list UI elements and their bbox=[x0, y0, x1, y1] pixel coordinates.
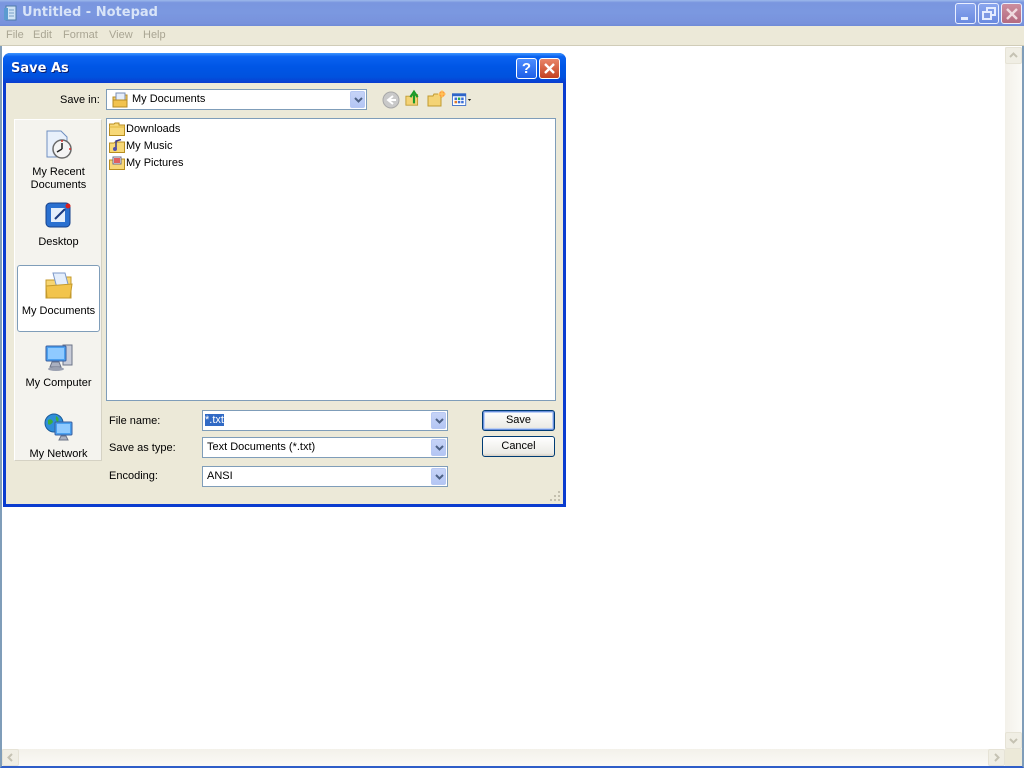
pictures-folder-icon bbox=[109, 156, 125, 170]
help-icon: ? bbox=[521, 60, 532, 77]
back-icon[interactable] bbox=[381, 91, 401, 109]
file-name-label: File name: bbox=[109, 415, 161, 427]
restore-button[interactable] bbox=[978, 3, 999, 24]
recent-documents-icon bbox=[46, 130, 72, 159]
cancel-button[interactable]: Cancel bbox=[482, 436, 555, 457]
file-name-input[interactable]: *.txt bbox=[202, 410, 448, 431]
file-name-selected-text: *.txt bbox=[205, 414, 224, 426]
encoding-label: Encoding: bbox=[109, 470, 158, 482]
chevron-down-icon bbox=[435, 418, 444, 424]
save-as-dialog: Save As ? Save in: My Documents My Recen… bbox=[3, 53, 566, 507]
chevron-down-icon bbox=[435, 445, 444, 451]
file-list[interactable]: Downloads My Music My Pictures bbox=[106, 118, 556, 401]
new-folder-icon[interactable] bbox=[427, 90, 447, 108]
chevron-right-icon bbox=[994, 753, 1000, 762]
place-my-computer[interactable]: My Computer bbox=[17, 336, 100, 396]
place-label: Desktop bbox=[38, 236, 79, 248]
places-bar: My Recent Documents Desktop My Documents bbox=[14, 119, 102, 461]
desktop-icon bbox=[45, 202, 71, 228]
file-name: My Pictures bbox=[126, 157, 184, 169]
place-label: My Computer bbox=[25, 377, 92, 389]
save-as-type-dropdown-button[interactable] bbox=[431, 439, 446, 456]
place-my-recent-documents[interactable]: My Recent Documents bbox=[17, 124, 100, 191]
encoding-value: ANSI bbox=[207, 470, 233, 482]
encoding-dropdown-button[interactable] bbox=[431, 468, 446, 485]
close-button[interactable] bbox=[1001, 3, 1022, 24]
my-network-icon bbox=[44, 413, 73, 441]
folder-icon bbox=[109, 122, 125, 136]
save-button[interactable]: Save bbox=[482, 410, 555, 431]
place-label: My Network bbox=[29, 448, 88, 460]
vertical-scrollbar[interactable] bbox=[1005, 47, 1022, 749]
place-label: My Recent bbox=[32, 166, 85, 178]
file-name-dropdown-button[interactable] bbox=[431, 412, 446, 429]
place-my-network[interactable]: My Network bbox=[17, 407, 100, 460]
encoding-dropdown[interactable]: ANSI bbox=[202, 466, 448, 487]
notepad-title-bar[interactable]: Untitled - Notepad bbox=[0, 0, 1024, 26]
views-menu-icon[interactable] bbox=[452, 91, 472, 109]
save-as-type-value: Text Documents (*.txt) bbox=[207, 441, 316, 453]
dialog-close-button[interactable] bbox=[539, 58, 560, 79]
place-label: My Documents bbox=[21, 305, 96, 317]
place-label: Documents bbox=[30, 179, 87, 191]
file-name: My Music bbox=[126, 140, 173, 152]
restore-icon bbox=[982, 7, 996, 20]
menu-format[interactable]: Format bbox=[63, 29, 98, 41]
my-documents-icon bbox=[112, 92, 128, 108]
close-icon bbox=[1006, 8, 1018, 20]
chevron-down-icon bbox=[354, 97, 363, 103]
close-icon bbox=[544, 63, 555, 74]
my-computer-icon bbox=[45, 344, 73, 371]
menu-file[interactable]: File bbox=[6, 29, 24, 41]
save-as-type-dropdown[interactable]: Text Documents (*.txt) bbox=[202, 437, 448, 458]
file-name-value: *.txt bbox=[205, 414, 224, 426]
save-in-value: My Documents bbox=[132, 93, 206, 105]
save-as-type-label: Save as type: bbox=[109, 442, 176, 454]
chevron-up-icon bbox=[1009, 52, 1018, 58]
scroll-down-button[interactable] bbox=[1005, 732, 1022, 749]
notepad-title: Untitled - Notepad bbox=[22, 5, 158, 20]
resize-grip-icon[interactable] bbox=[549, 490, 561, 502]
chevron-down-icon bbox=[1009, 738, 1018, 744]
chevron-left-icon bbox=[7, 753, 13, 762]
dialog-body: Save in: My Documents My Recent Document… bbox=[6, 83, 563, 504]
my-documents-icon bbox=[45, 272, 73, 299]
place-desktop[interactable]: Desktop bbox=[17, 194, 100, 250]
scroll-left-button[interactable] bbox=[2, 749, 19, 766]
save-in-dropdown-button[interactable] bbox=[350, 91, 365, 108]
notepad-app-icon bbox=[4, 5, 17, 21]
up-one-level-icon[interactable] bbox=[404, 89, 424, 107]
horizontal-scrollbar[interactable] bbox=[2, 749, 1005, 766]
menu-view[interactable]: View bbox=[109, 29, 133, 41]
help-button[interactable]: ? bbox=[516, 58, 537, 79]
scrollbar-corner bbox=[1005, 749, 1022, 766]
scroll-up-button[interactable] bbox=[1005, 47, 1022, 64]
dialog-title: Save As bbox=[11, 61, 69, 76]
menu-bar: File Edit Format View Help bbox=[0, 26, 1024, 46]
minimize-button[interactable] bbox=[955, 3, 976, 24]
chevron-down-icon bbox=[435, 474, 444, 480]
file-name: Downloads bbox=[126, 123, 181, 135]
minimize-icon bbox=[961, 17, 968, 20]
menu-help[interactable]: Help bbox=[143, 29, 166, 41]
save-in-dropdown[interactable]: My Documents bbox=[106, 89, 367, 110]
menu-edit[interactable]: Edit bbox=[33, 29, 52, 41]
place-my-documents[interactable]: My Documents bbox=[17, 265, 100, 332]
music-folder-icon bbox=[109, 139, 125, 153]
scroll-right-button[interactable] bbox=[988, 749, 1005, 766]
dialog-title-bar[interactable]: Save As ? bbox=[3, 53, 566, 83]
save-in-label: Save in: bbox=[60, 94, 100, 106]
